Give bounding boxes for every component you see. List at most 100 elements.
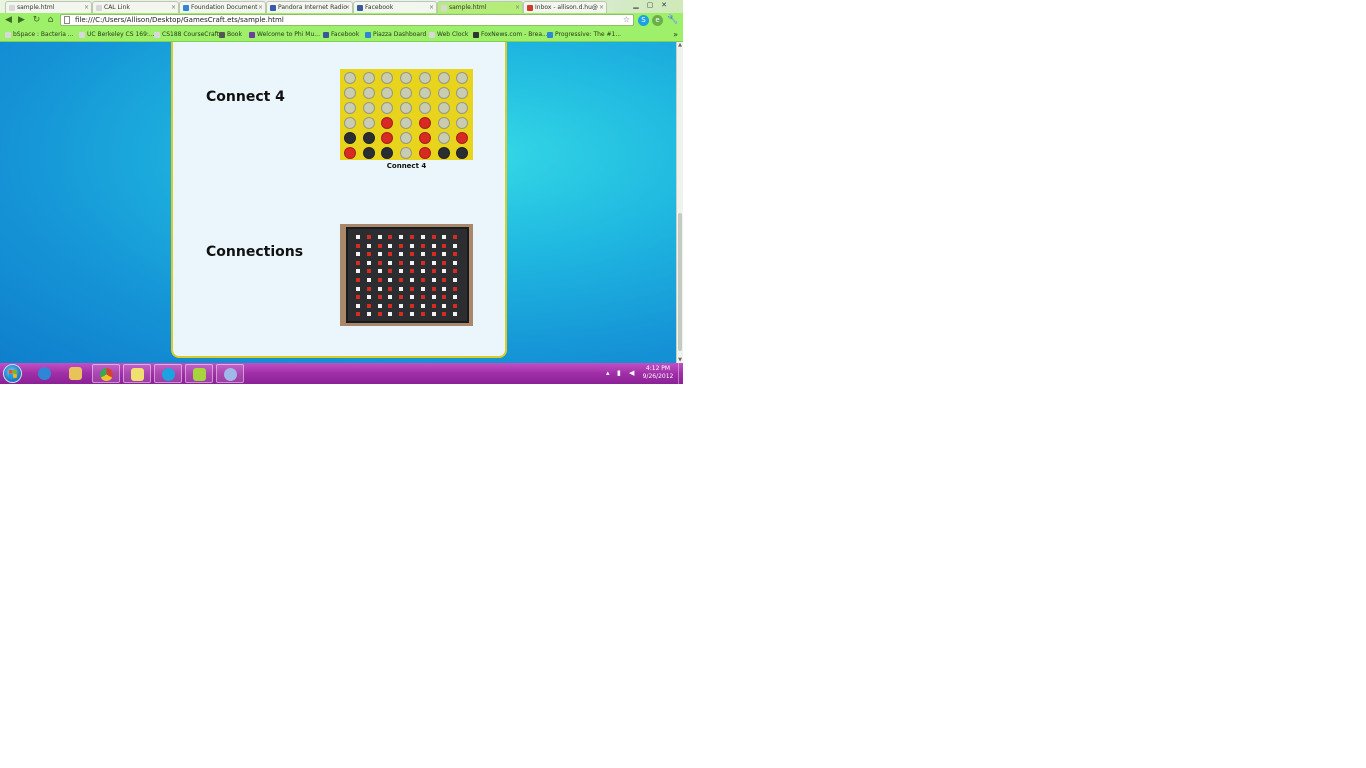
gmail-icon bbox=[527, 4, 533, 11]
close-button[interactable]: ✕ bbox=[657, 0, 671, 11]
tab-inbox[interactable]: Inbox - allison.d.hu@ × bbox=[523, 1, 607, 13]
close-icon[interactable]: × bbox=[171, 2, 176, 13]
volume-icon[interactable]: ◀ bbox=[629, 369, 634, 377]
address-bar[interactable]: file:///C:/Users/Allison/Desktop/GamesCr… bbox=[60, 14, 634, 26]
red-peg bbox=[431, 252, 436, 257]
red-peg bbox=[442, 312, 447, 317]
bookmark-facebook[interactable]: Facebook bbox=[323, 29, 359, 40]
white-peg bbox=[356, 286, 360, 291]
extension-icon[interactable]: e bbox=[652, 15, 663, 26]
maximize-button[interactable]: ▢ bbox=[643, 0, 657, 11]
bookmark-uc-berkeley[interactable]: UC Berkeley CS 169:... bbox=[79, 29, 155, 40]
paint-icon bbox=[223, 368, 237, 381]
home-button[interactable]: ⌂ bbox=[45, 15, 56, 26]
clock-date: 9/26/2012 bbox=[642, 373, 674, 380]
taskbar-sticky-notes[interactable] bbox=[123, 364, 151, 383]
white-peg bbox=[453, 260, 458, 265]
forward-button[interactable]: ▶ bbox=[16, 15, 27, 26]
bookmark-foxnews[interactable]: FoxNews.com - Brea... bbox=[473, 29, 548, 40]
white-peg bbox=[431, 312, 436, 317]
empty-hole bbox=[437, 102, 450, 114]
white-peg bbox=[399, 235, 404, 239]
taskbar-clock[interactable]: 4:12 PM 9/26/2012 bbox=[640, 365, 676, 381]
notepad-icon bbox=[192, 368, 206, 381]
close-icon[interactable]: × bbox=[345, 2, 350, 13]
white-peg bbox=[388, 278, 393, 282]
page-icon bbox=[64, 16, 70, 24]
black-disc bbox=[362, 132, 375, 144]
skype-extension-icon[interactable]: S bbox=[638, 15, 649, 26]
red-peg bbox=[420, 260, 425, 265]
red-peg bbox=[453, 235, 458, 239]
windows-start-icon[interactable] bbox=[3, 364, 22, 383]
close-icon[interactable]: × bbox=[429, 2, 434, 13]
taskbar-internet-explorer[interactable] bbox=[30, 364, 58, 383]
back-button[interactable]: ◀ bbox=[3, 15, 14, 26]
tab-pandora[interactable]: Pandora Internet Radio × bbox=[266, 1, 353, 13]
minimize-button[interactable]: ▁ bbox=[629, 0, 643, 11]
tab-foundation-document[interactable]: Foundation Document × bbox=[179, 1, 266, 13]
reload-button[interactable]: ↻ bbox=[31, 15, 42, 26]
bookmark-phi-mu[interactable]: Welcome to Phi Mu... bbox=[249, 29, 320, 40]
bookmark-bspace[interactable]: bSpace : Bacteria ... bbox=[5, 29, 74, 40]
network-icon[interactable]: ▮ bbox=[617, 369, 621, 377]
window-controls: ▁ ▢ ✕ bbox=[615, 0, 683, 13]
red-peg bbox=[420, 312, 425, 317]
white-peg bbox=[388, 295, 393, 300]
white-peg bbox=[420, 252, 425, 257]
tab-sample-html[interactable]: sample.html × bbox=[5, 1, 92, 13]
close-icon[interactable]: × bbox=[515, 2, 520, 13]
bookmark-web-clock[interactable]: Web Clock bbox=[429, 29, 468, 40]
red-peg bbox=[356, 243, 360, 248]
white-peg bbox=[388, 312, 393, 317]
tab-facebook[interactable]: Facebook × bbox=[353, 1, 437, 13]
taskbar-chrome[interactable] bbox=[92, 364, 120, 383]
bookmark-cs188[interactable]: CS188 CourseCraft bbox=[154, 29, 219, 40]
white-peg bbox=[442, 286, 447, 291]
taskbar-notepad[interactable] bbox=[185, 364, 213, 383]
show-hidden-icons-icon[interactable]: ▴ bbox=[606, 369, 610, 377]
scroll-up-arrow-icon[interactable]: ▲ bbox=[677, 42, 683, 48]
bookmark-piazza[interactable]: Piazza Dashboard bbox=[365, 29, 426, 40]
red-disc bbox=[418, 132, 431, 144]
red-peg bbox=[431, 286, 436, 291]
red-disc bbox=[381, 132, 394, 144]
bookmark-star-icon[interactable]: ☆ bbox=[623, 15, 630, 25]
wrench-menu-icon[interactable]: 🔧 bbox=[667, 15, 678, 26]
bookmarks-overflow-button[interactable]: » bbox=[673, 29, 678, 40]
close-icon[interactable]: × bbox=[84, 2, 89, 13]
taskbar-file-explorer[interactable] bbox=[61, 364, 89, 383]
taskbar-paint[interactable] bbox=[216, 364, 244, 383]
empty-hole bbox=[456, 72, 469, 84]
white-peg bbox=[442, 235, 447, 239]
taskbar-skype[interactable] bbox=[154, 364, 182, 383]
bookmark-progressive[interactable]: Progressive: The #1... bbox=[547, 29, 621, 40]
page-icon bbox=[154, 31, 160, 38]
facebook-icon bbox=[357, 4, 363, 11]
tab-sample-html-active[interactable]: sample.html × bbox=[437, 1, 523, 13]
red-peg bbox=[366, 235, 371, 239]
empty-hole bbox=[362, 117, 375, 129]
bookmark-book[interactable]: Book bbox=[219, 29, 242, 40]
vertical-scrollbar[interactable]: ▲ ▼ bbox=[676, 42, 683, 363]
red-peg bbox=[420, 278, 425, 282]
close-icon[interactable]: × bbox=[258, 2, 263, 13]
piazza-icon bbox=[365, 31, 371, 38]
empty-hole bbox=[362, 72, 375, 84]
red-peg bbox=[366, 286, 371, 291]
show-desktop-button[interactable] bbox=[678, 363, 683, 384]
white-peg bbox=[399, 269, 404, 274]
scrollbar-thumb[interactable] bbox=[678, 213, 682, 351]
page-icon bbox=[9, 4, 15, 11]
game-title-connect-4: Connect 4 bbox=[206, 89, 285, 105]
empty-hole bbox=[381, 87, 394, 99]
close-icon[interactable]: × bbox=[599, 2, 604, 13]
red-peg bbox=[420, 295, 425, 300]
tab-cal-link[interactable]: CAL Link × bbox=[92, 1, 179, 13]
white-peg bbox=[442, 303, 447, 308]
red-peg bbox=[453, 303, 458, 308]
screen: sample.html × CAL Link × Foundation Docume… bbox=[0, 0, 683, 384]
black-disc bbox=[456, 147, 469, 159]
empty-hole bbox=[344, 102, 356, 114]
browser-toolbar: ◀ ▶ ↻ ⌂ file:///C:/Users/Allison/Desktop… bbox=[0, 13, 683, 28]
